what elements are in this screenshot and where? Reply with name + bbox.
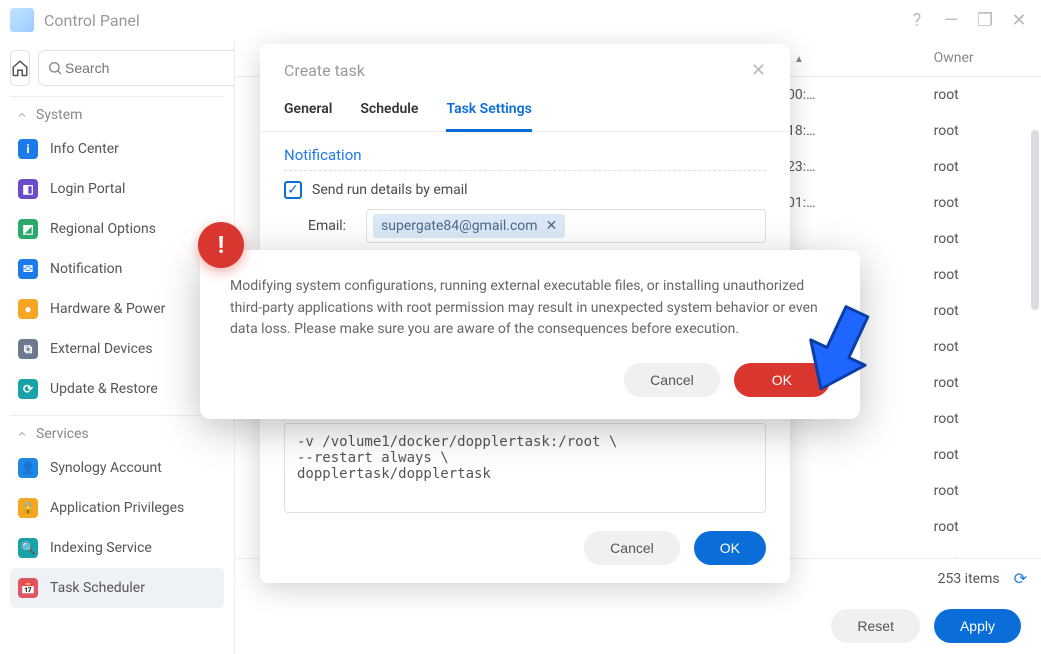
task-ok-button[interactable]: OK bbox=[694, 531, 766, 565]
cell-owner: root bbox=[922, 473, 1041, 509]
window-title: Control Panel bbox=[44, 11, 140, 30]
section-system[interactable]: System bbox=[10, 96, 224, 129]
cell-owner: root bbox=[922, 365, 1041, 401]
cell-owner: root bbox=[922, 185, 1041, 221]
cell-owner: root bbox=[922, 113, 1041, 149]
notification-heading: Notification bbox=[284, 146, 766, 171]
cell-owner: root bbox=[922, 329, 1041, 365]
cell-owner: root bbox=[922, 221, 1041, 257]
nav-label: Synology Account bbox=[50, 460, 162, 476]
cell-owner: root bbox=[922, 437, 1041, 473]
nav-icon: ✉ bbox=[18, 259, 38, 279]
nav-label: Update & Restore bbox=[50, 381, 158, 397]
tab-schedule[interactable]: Schedule bbox=[360, 93, 418, 132]
nav-label: Hardware & Power bbox=[50, 301, 165, 317]
minimize-icon[interactable]: — bbox=[939, 8, 963, 32]
scrollbar[interactable] bbox=[1031, 130, 1039, 558]
dialog-title: Create task bbox=[284, 61, 365, 80]
cell-owner: root bbox=[922, 509, 1041, 545]
sidebar-item-task-scheduler[interactable]: 📅 Task Scheduler bbox=[10, 568, 224, 608]
refresh-icon[interactable]: ⟳ bbox=[1014, 569, 1027, 588]
item-count: 253 items bbox=[938, 571, 1000, 587]
titlebar: Control Panel ? — ❐ ✕ bbox=[0, 0, 1041, 40]
cell-owner: root bbox=[922, 293, 1041, 329]
nav-icon: ● bbox=[18, 299, 38, 319]
chevron-up-icon bbox=[16, 428, 28, 440]
warning-dialog: ! Modifying system configurations, runni… bbox=[200, 250, 860, 419]
nav-label: Login Portal bbox=[50, 181, 125, 197]
sidebar-item-notification[interactable]: ✉ Notification bbox=[10, 249, 224, 289]
nav-icon: 🔍 bbox=[18, 538, 38, 558]
sidebar-item-indexing-service[interactable]: 🔍 Indexing Service bbox=[10, 528, 224, 568]
cell-owner: root bbox=[922, 149, 1041, 185]
nav-icon: i bbox=[18, 139, 38, 159]
warn-ok-button[interactable]: OK bbox=[734, 363, 830, 397]
search-input-wrap[interactable] bbox=[38, 50, 235, 86]
dialog-close-icon[interactable]: ✕ bbox=[751, 60, 766, 81]
email-field-label: Email: bbox=[308, 218, 346, 234]
tab-task-settings[interactable]: Task Settings bbox=[446, 93, 531, 132]
nav-label: External Devices bbox=[50, 341, 153, 357]
cell-owner: root bbox=[922, 545, 1041, 559]
email-input[interactable]: supergate84@gmail.com ✕ bbox=[366, 209, 766, 243]
send-email-checkbox[interactable]: ✓ bbox=[284, 181, 302, 199]
sidebar-item-regional-options[interactable]: ◩ Regional Options bbox=[10, 209, 224, 249]
sort-asc-icon: ▲ bbox=[794, 54, 804, 65]
home-button[interactable] bbox=[10, 50, 30, 86]
sidebar-item-hardware-power[interactable]: ● Hardware & Power bbox=[10, 289, 224, 329]
chip-remove-icon[interactable]: ✕ bbox=[546, 218, 558, 234]
email-chip-text: supergate84@gmail.com bbox=[381, 218, 537, 234]
chevron-up-icon bbox=[16, 109, 28, 121]
script-textarea[interactable]: -v /volume1/docker/dopplertask:/root \ -… bbox=[284, 423, 766, 513]
warn-cancel-button[interactable]: Cancel bbox=[624, 363, 720, 397]
send-email-label: Send run details by email bbox=[312, 182, 468, 198]
warning-icon: ! bbox=[198, 222, 244, 268]
sidebar-item-application-privileges[interactable]: 🔒 Application Privileges bbox=[10, 488, 224, 528]
sidebar-item-login-portal[interactable]: ◧ Login Portal bbox=[10, 169, 224, 209]
reset-button[interactable]: Reset bbox=[831, 609, 920, 643]
cell-owner: root bbox=[922, 77, 1041, 113]
warning-message: Modifying system configurations, running… bbox=[230, 276, 830, 341]
search-input[interactable] bbox=[63, 59, 235, 77]
apply-button[interactable]: Apply bbox=[934, 609, 1021, 643]
task-cancel-button[interactable]: Cancel bbox=[584, 531, 680, 565]
nav-label: Notification bbox=[50, 261, 122, 277]
close-icon[interactable]: ✕ bbox=[1007, 8, 1031, 32]
email-chip[interactable]: supergate84@gmail.com ✕ bbox=[373, 214, 565, 238]
cell-owner: root bbox=[922, 401, 1041, 437]
nav-icon: ⟳ bbox=[18, 379, 38, 399]
sidebar-item-info-center[interactable]: i Info Center bbox=[10, 129, 224, 169]
nav-label: Regional Options bbox=[50, 221, 156, 237]
section-services[interactable]: Services bbox=[10, 415, 224, 448]
nav-icon: ◧ bbox=[18, 179, 38, 199]
search-icon bbox=[47, 60, 63, 76]
sidebar-item-external-devices[interactable]: ⧉ External Devices bbox=[10, 329, 224, 369]
section-label: Services bbox=[36, 426, 89, 442]
nav-icon: 🔒 bbox=[18, 498, 38, 518]
tab-general[interactable]: General bbox=[284, 93, 332, 132]
nav-icon: ⧉ bbox=[18, 339, 38, 359]
sidebar-item-update-restore[interactable]: ⟳ Update & Restore bbox=[10, 369, 224, 409]
nav-label: Info Center bbox=[50, 141, 119, 157]
app-icon bbox=[10, 8, 34, 32]
nav-icon: 👤 bbox=[18, 458, 38, 478]
cell-owner: root bbox=[922, 257, 1041, 293]
sidebar-item-synology-account[interactable]: 👤 Synology Account bbox=[10, 448, 224, 488]
nav-icon: 📅 bbox=[18, 578, 38, 598]
nav-label: Indexing Service bbox=[50, 540, 152, 556]
maximize-icon[interactable]: ❐ bbox=[973, 8, 997, 32]
nav-label: Task Scheduler bbox=[50, 580, 145, 596]
help-icon[interactable]: ? bbox=[905, 8, 929, 32]
col-owner[interactable]: Owner bbox=[922, 40, 1041, 77]
nav-icon: ◩ bbox=[18, 219, 38, 239]
section-label: System bbox=[36, 107, 82, 123]
nav-label: Application Privileges bbox=[50, 500, 184, 516]
